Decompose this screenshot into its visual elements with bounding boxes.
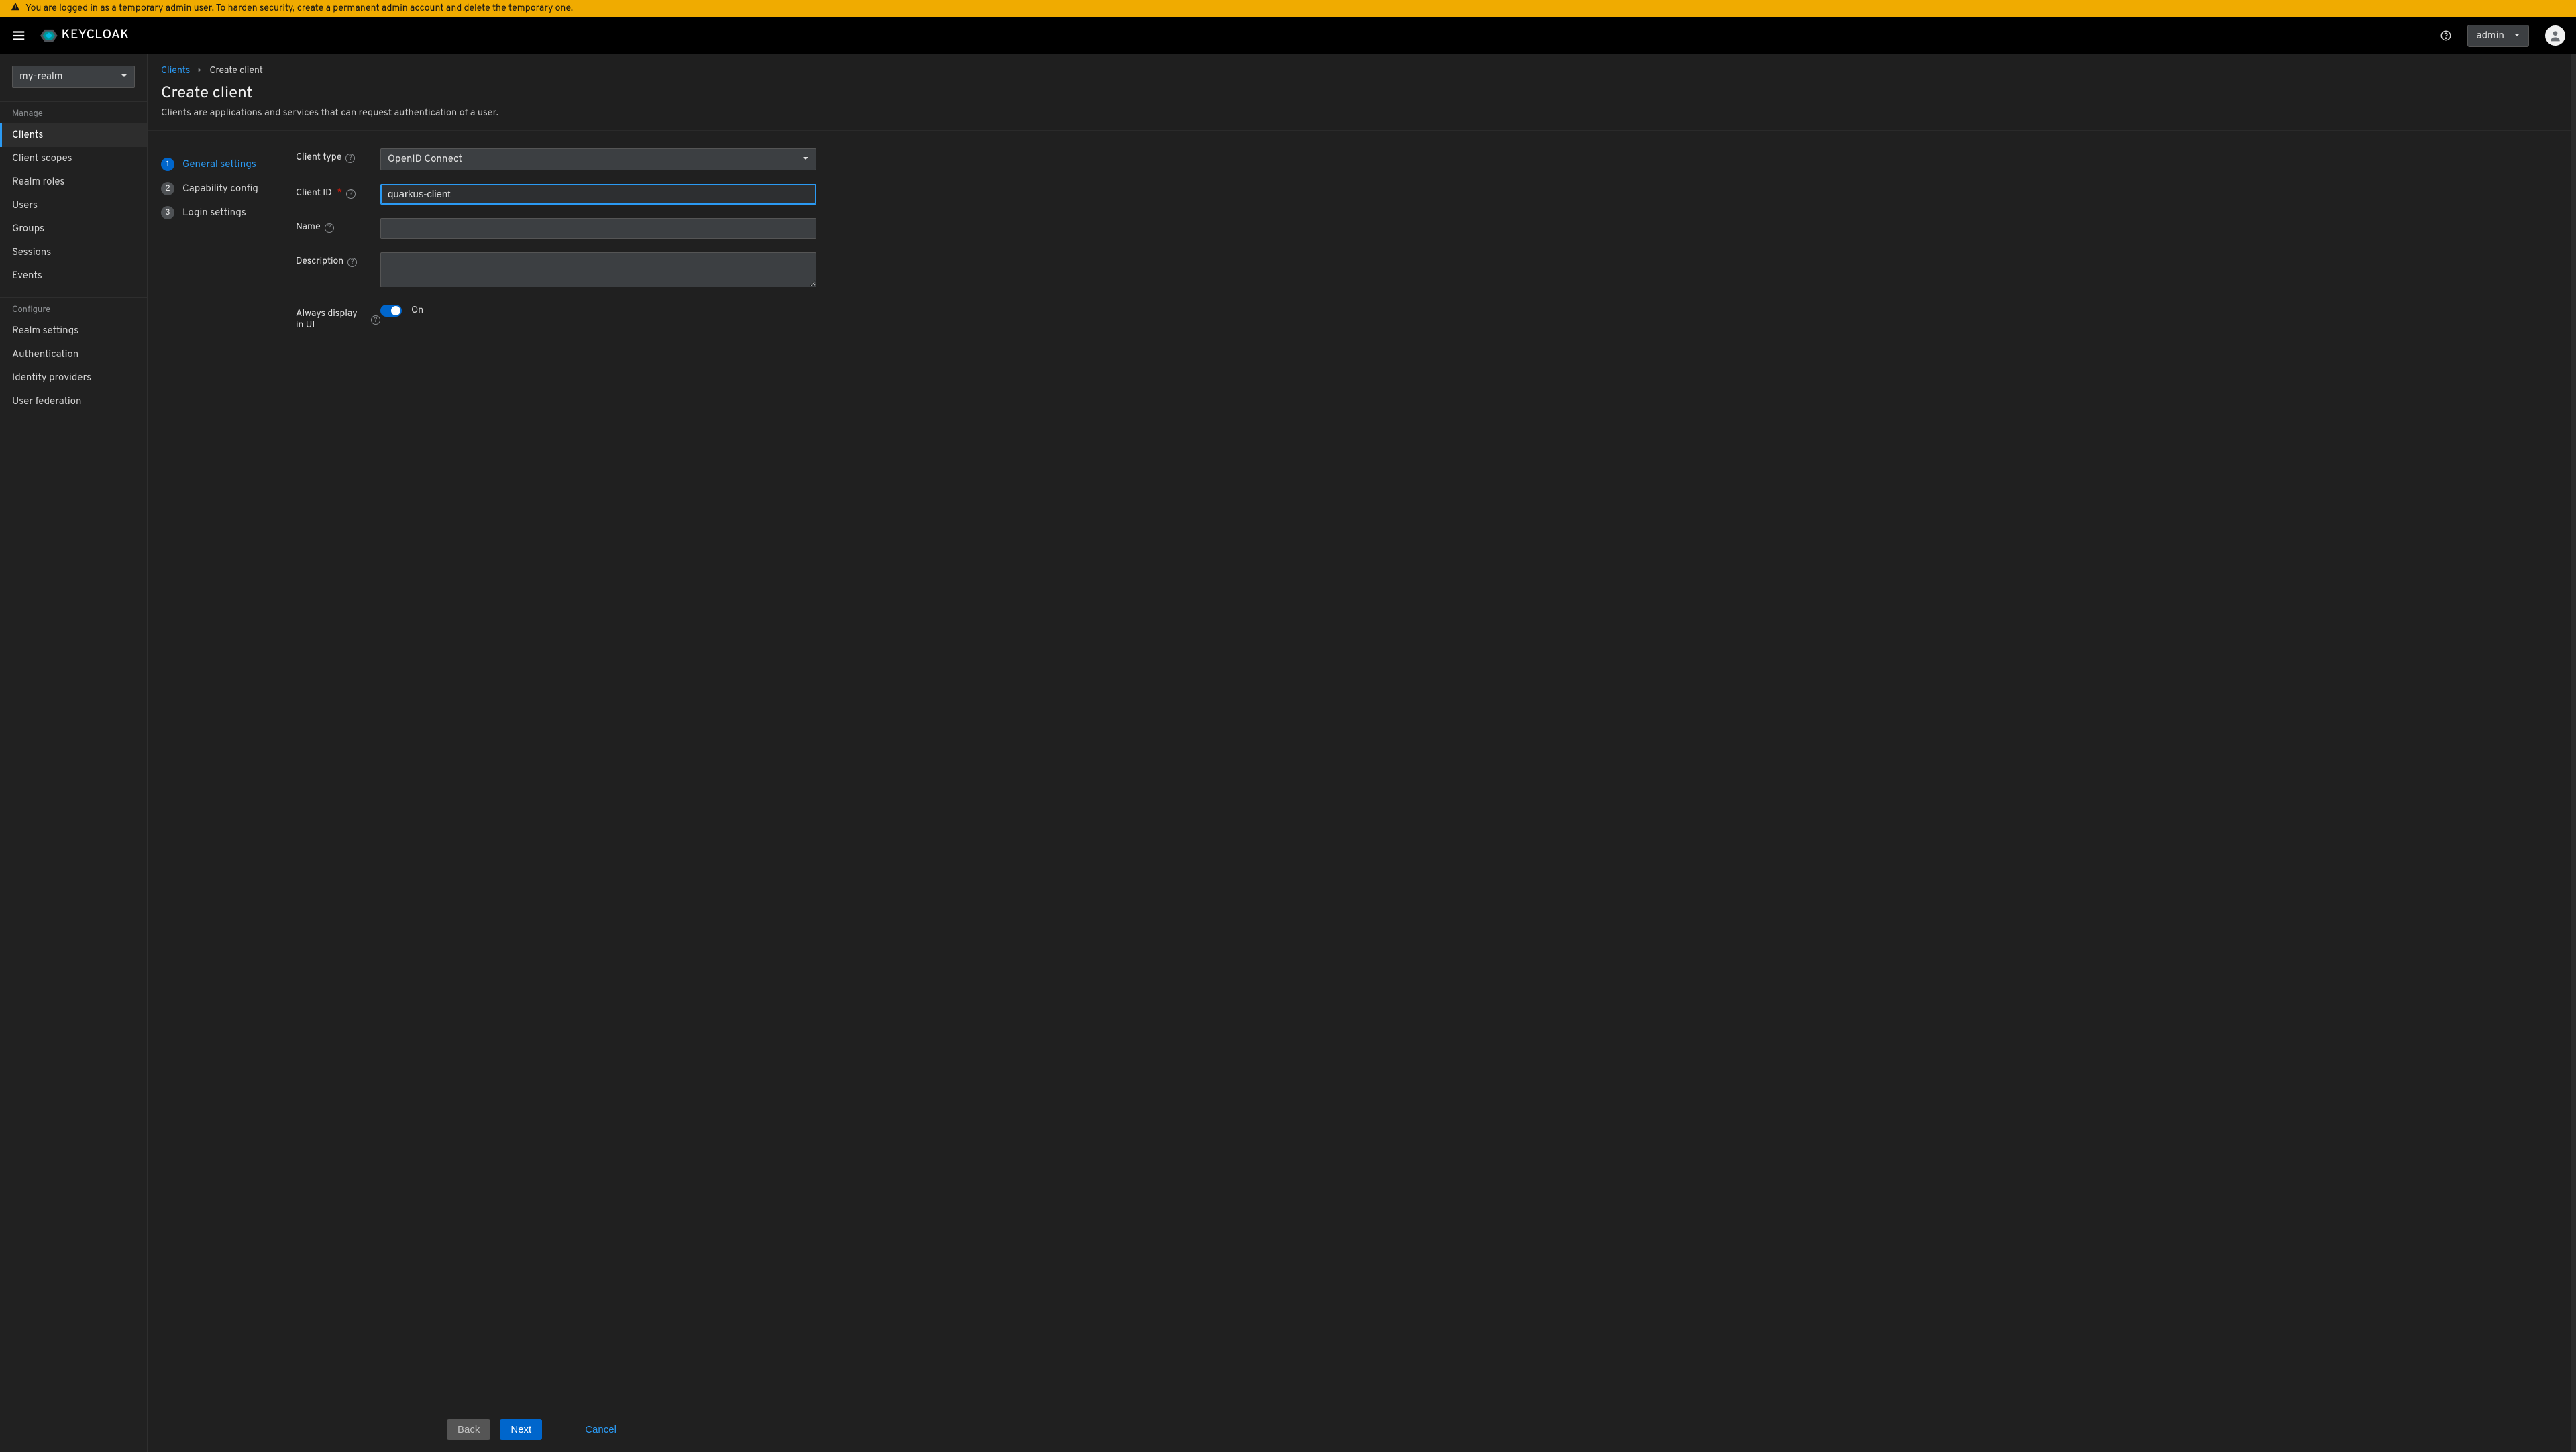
sidebar-item-groups[interactable]: Groups: [0, 217, 147, 241]
step-number: 1: [161, 158, 174, 171]
always-display-switch[interactable]: [380, 305, 402, 317]
help-icon[interactable]: ?: [345, 154, 355, 163]
back-button: Back: [447, 1419, 490, 1440]
user-menu-dropdown[interactable]: admin: [2467, 25, 2529, 47]
warning-text: You are logged in as a temporary admin u…: [25, 3, 573, 15]
help-button[interactable]: [2434, 23, 2458, 48]
sidebar-item-users[interactable]: Users: [0, 194, 147, 217]
description-label: Description ?: [296, 252, 380, 268]
sidebar-item-user-federation[interactable]: User federation: [0, 390, 147, 413]
sidebar-item-authentication[interactable]: Authentication: [0, 343, 147, 366]
chevron-right-icon: [197, 66, 203, 77]
wizard-step-capability-config[interactable]: 2 Capability config: [161, 176, 275, 201]
sidebar-item-events[interactable]: Events: [0, 264, 147, 288]
caret-down-icon: [2514, 30, 2520, 42]
cancel-button[interactable]: Cancel: [578, 1419, 623, 1440]
sidebar-item-client-scopes[interactable]: Client scopes: [0, 147, 147, 170]
always-display-state: On: [411, 305, 423, 317]
always-display-label: Always display in UI ?: [296, 305, 380, 331]
sidebar-item-identity-providers[interactable]: Identity providers: [0, 366, 147, 390]
wizard-steps: 1 General settings 2 Capability config 3…: [161, 148, 275, 1452]
avatar[interactable]: [2545, 25, 2565, 46]
step-label: Capability config: [182, 183, 258, 195]
wizard-footer: Back Next Cancel: [447, 1419, 2563, 1440]
help-icon[interactable]: ?: [346, 189, 356, 199]
description-textarea[interactable]: [380, 252, 816, 287]
caret-down-icon: [802, 153, 809, 166]
realm-selector[interactable]: my-realm: [12, 66, 135, 88]
sidebar-section-manage: Manage: [0, 101, 147, 123]
warning-banner: You are logged in as a temporary admin u…: [0, 0, 2576, 17]
breadcrumb-root[interactable]: Clients: [161, 66, 190, 77]
name-input[interactable]: [380, 218, 816, 239]
caret-down-icon: [121, 70, 127, 83]
top-header: KEYCLOAK admin: [0, 17, 2576, 54]
sidebar-item-clients[interactable]: Clients: [0, 123, 147, 147]
next-button[interactable]: Next: [500, 1419, 542, 1440]
page-subtitle: Clients are applications and services th…: [161, 107, 2563, 119]
help-icon[interactable]: ?: [371, 315, 380, 325]
breadcrumb-current: Create client: [209, 66, 263, 77]
sidebar: my-realm Manage Clients Client scopes Re…: [0, 54, 148, 1452]
wizard-step-login-settings[interactable]: 3 Login settings: [161, 201, 275, 225]
client-id-input[interactable]: [380, 184, 816, 205]
sidebar-item-sessions[interactable]: Sessions: [0, 241, 147, 264]
realm-selector-value: my-realm: [19, 70, 63, 83]
client-type-select[interactable]: OpenID Connect: [380, 148, 816, 170]
client-id-label: Client ID * ?: [296, 184, 380, 199]
sidebar-item-realm-roles[interactable]: Realm roles: [0, 170, 147, 194]
page-title: Create client: [161, 84, 2563, 104]
client-type-value: OpenID Connect: [388, 153, 462, 166]
help-icon[interactable]: ?: [325, 223, 334, 233]
user-menu-label: admin: [2476, 30, 2504, 42]
form-area: Client type ? OpenID Connect Client ID: [284, 148, 2563, 1452]
step-number: 3: [161, 206, 174, 219]
brand-logo[interactable]: KEYCLOAK: [40, 28, 129, 44]
client-type-label: Client type ?: [296, 148, 380, 164]
sidebar-section-configure: Configure: [0, 297, 147, 319]
main-content: Clients Create client Create client Clie…: [148, 54, 2576, 1452]
wizard-step-general-settings[interactable]: 1 General settings: [161, 152, 275, 176]
warning-icon: [11, 2, 20, 15]
sidebar-toggle-button[interactable]: [7, 23, 31, 48]
breadcrumb: Clients Create client: [161, 66, 2563, 77]
sidebar-item-realm-settings[interactable]: Realm settings: [0, 319, 147, 343]
help-icon[interactable]: ?: [347, 258, 357, 267]
scrollbar[interactable]: [2571, 54, 2576, 1452]
name-label: Name ?: [296, 218, 380, 234]
step-number: 2: [161, 182, 174, 195]
step-label: Login settings: [182, 207, 246, 219]
brand-text: KEYCLOAK: [62, 28, 129, 44]
step-label: General settings: [182, 158, 256, 171]
